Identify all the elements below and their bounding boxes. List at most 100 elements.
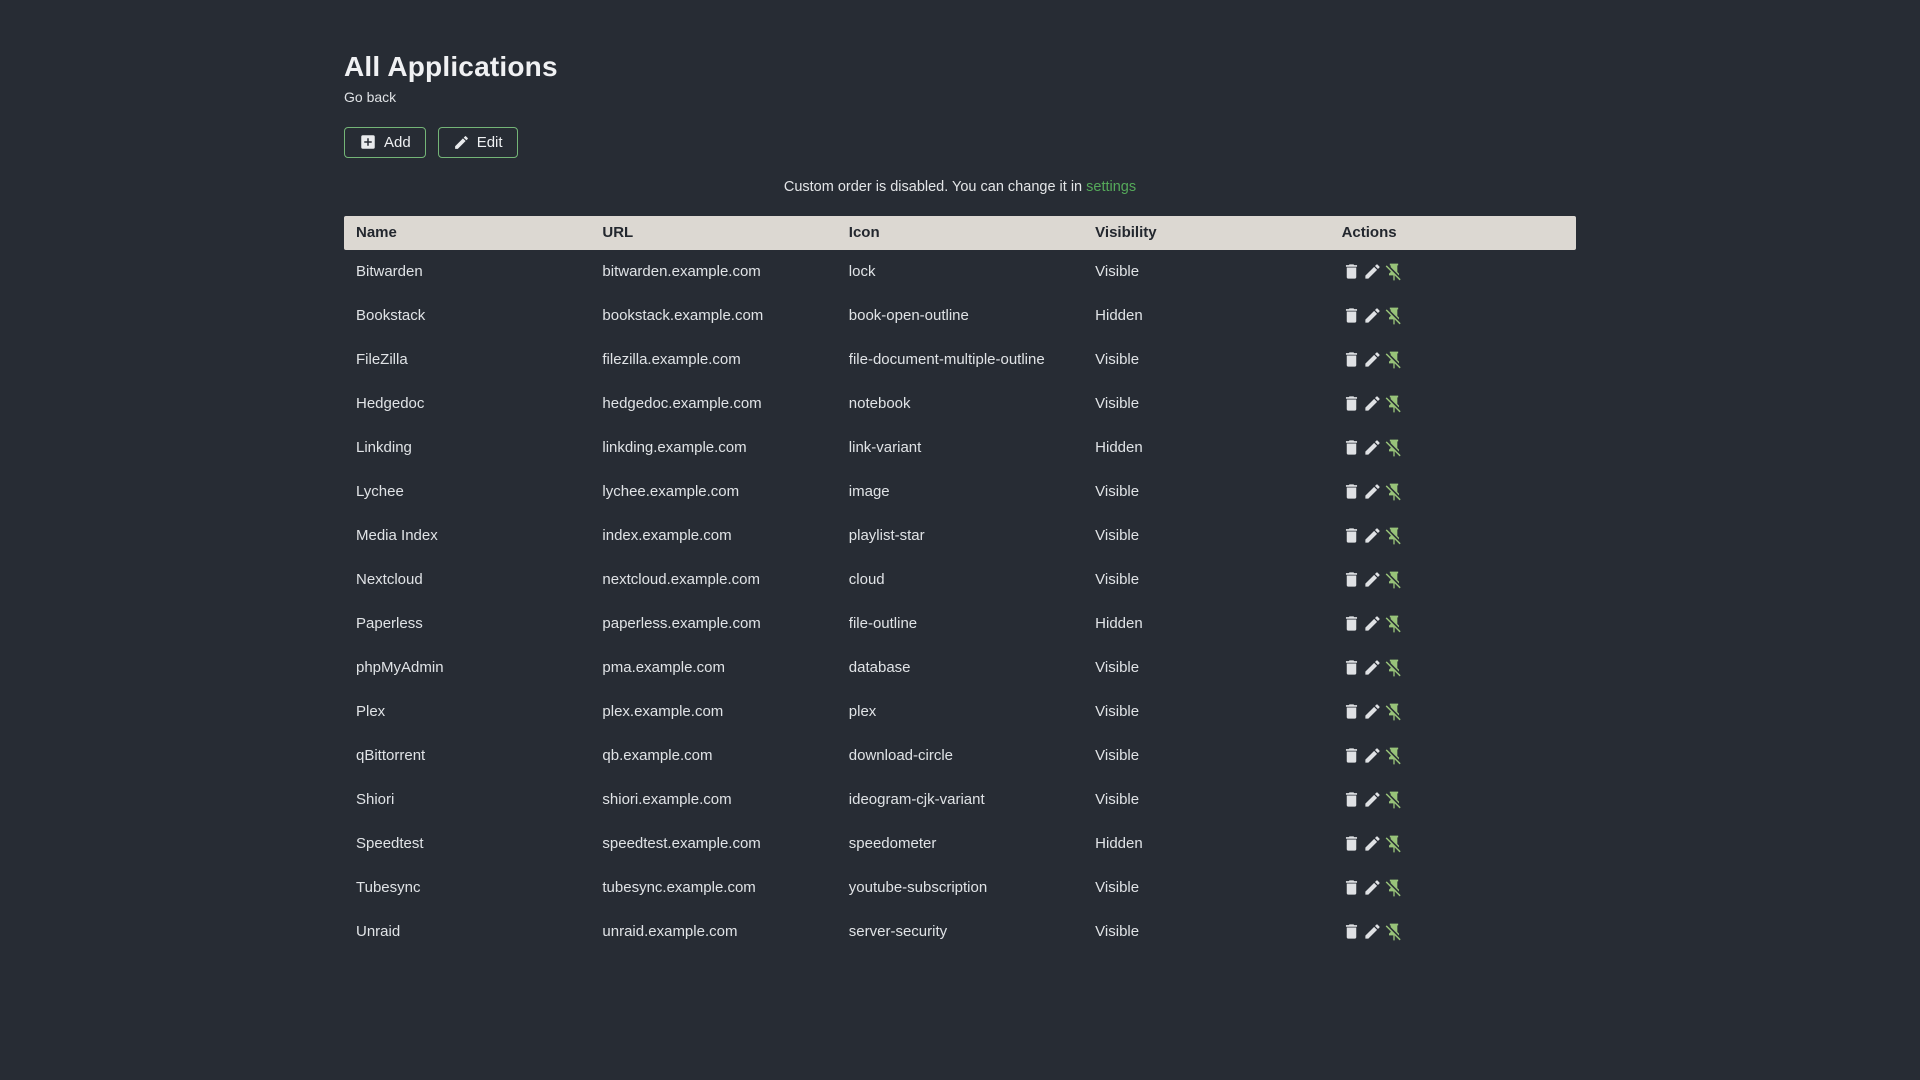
app-icon-name: notebook	[848, 395, 911, 413]
pin-off-button[interactable]	[1384, 306, 1404, 326]
app-name: phpMyAdmin	[356, 659, 444, 677]
delete-button[interactable]	[1342, 350, 1361, 369]
pin-off-button[interactable]	[1384, 262, 1404, 282]
app-name: Paperless	[356, 615, 423, 633]
pin-off-icon	[1384, 394, 1404, 414]
edit-row-button[interactable]	[1363, 746, 1382, 765]
edit-row-button[interactable]	[1363, 878, 1382, 897]
go-back-link[interactable]: Go back	[344, 89, 396, 105]
edit-row-button[interactable]	[1363, 790, 1382, 809]
app-icon-name: image	[848, 483, 890, 501]
pin-off-button[interactable]	[1384, 702, 1404, 722]
delete-button[interactable]	[1342, 438, 1361, 457]
app-url: speedtest.example.com	[602, 835, 761, 853]
edit-row-button[interactable]	[1363, 482, 1382, 501]
edit-row-button[interactable]	[1363, 614, 1382, 633]
edit-row-button[interactable]	[1363, 306, 1382, 325]
app-url: filezilla.example.com	[602, 351, 741, 369]
table-row: Nextcloud nextcloud.example.com cloud Vi…	[344, 558, 1576, 602]
pin-off-button[interactable]	[1384, 746, 1404, 766]
pin-off-icon	[1384, 746, 1404, 766]
pencil-icon	[1363, 262, 1382, 281]
delete-button[interactable]	[1342, 306, 1361, 325]
pencil-icon	[1363, 878, 1382, 897]
pin-off-icon	[1384, 790, 1404, 810]
table-row: Tubesync tubesync.example.com youtube-su…	[344, 866, 1576, 910]
delete-button[interactable]	[1342, 262, 1361, 281]
edit-row-button[interactable]	[1363, 834, 1382, 853]
delete-button[interactable]	[1342, 922, 1361, 941]
trash-icon	[1342, 482, 1361, 501]
pin-off-button[interactable]	[1384, 658, 1404, 678]
table-row: Hedgedoc hedgedoc.example.com notebook V…	[344, 382, 1576, 426]
pin-off-button[interactable]	[1384, 438, 1404, 458]
pin-off-icon	[1384, 526, 1404, 546]
row-actions	[1342, 306, 1564, 326]
edit-row-button[interactable]	[1363, 394, 1382, 413]
delete-button[interactable]	[1342, 834, 1361, 853]
delete-button[interactable]	[1342, 746, 1361, 765]
pin-off-icon	[1384, 306, 1404, 326]
pin-off-button[interactable]	[1384, 394, 1404, 414]
row-actions	[1342, 658, 1564, 678]
main-container: All Applications Go back Add Edit Custom…	[344, 0, 1576, 954]
pencil-icon	[1363, 306, 1382, 325]
row-actions	[1342, 262, 1564, 282]
delete-button[interactable]	[1342, 658, 1361, 677]
edit-row-button[interactable]	[1363, 526, 1382, 545]
pin-off-icon	[1384, 614, 1404, 634]
pin-off-button[interactable]	[1384, 790, 1404, 810]
trash-icon	[1342, 878, 1361, 897]
delete-button[interactable]	[1342, 702, 1361, 721]
edit-row-button[interactable]	[1363, 658, 1382, 677]
pin-off-button[interactable]	[1384, 614, 1404, 634]
pin-off-button[interactable]	[1384, 482, 1404, 502]
pin-off-icon	[1384, 922, 1404, 942]
delete-button[interactable]	[1342, 526, 1361, 545]
edit-button-label: Edit	[476, 133, 503, 151]
delete-button[interactable]	[1342, 790, 1361, 809]
delete-button[interactable]	[1342, 878, 1361, 897]
pin-off-button[interactable]	[1384, 878, 1404, 898]
app-url: index.example.com	[602, 527, 732, 545]
pin-off-button[interactable]	[1384, 570, 1404, 590]
pin-off-button[interactable]	[1384, 834, 1404, 854]
trash-icon	[1342, 350, 1361, 369]
delete-button[interactable]	[1342, 570, 1361, 589]
edit-row-button[interactable]	[1363, 702, 1382, 721]
delete-button[interactable]	[1342, 394, 1361, 413]
row-actions	[1342, 790, 1564, 810]
pin-off-button[interactable]	[1384, 922, 1404, 942]
edit-row-button[interactable]	[1363, 350, 1382, 369]
app-icon-name: ideogram-cjk-variant	[848, 791, 985, 809]
settings-link[interactable]: settings	[1086, 179, 1136, 195]
toolbar: Add Edit	[344, 126, 1576, 158]
app-visibility: Visible	[1095, 879, 1140, 897]
edit-row-button[interactable]	[1363, 922, 1382, 941]
row-actions	[1342, 614, 1564, 634]
app-url: linkding.example.com	[602, 439, 747, 457]
delete-button[interactable]	[1342, 614, 1361, 633]
app-url: unraid.example.com	[602, 923, 738, 941]
edit-row-button[interactable]	[1363, 570, 1382, 589]
app-icon-name: youtube-subscription	[848, 879, 988, 897]
pencil-icon	[1363, 394, 1382, 413]
add-button[interactable]: Add	[344, 126, 426, 158]
edit-row-button[interactable]	[1363, 438, 1382, 457]
pin-off-button[interactable]	[1384, 526, 1404, 546]
trash-icon	[1342, 614, 1361, 633]
pencil-icon	[1363, 614, 1382, 633]
edit-row-button[interactable]	[1363, 262, 1382, 281]
pin-off-icon	[1384, 350, 1404, 370]
app-icon-name: lock	[848, 263, 876, 281]
delete-button[interactable]	[1342, 482, 1361, 501]
edit-button[interactable]: Edit	[437, 126, 518, 158]
table-row: Linkding linkding.example.com link-varia…	[344, 426, 1576, 470]
add-button-label: Add	[384, 133, 411, 151]
app-visibility: Visible	[1095, 659, 1140, 677]
pencil-icon	[1363, 350, 1382, 369]
pin-off-button[interactable]	[1384, 350, 1404, 370]
app-url: qb.example.com	[602, 747, 713, 765]
app-url: bitwarden.example.com	[602, 263, 761, 281]
app-visibility: Hidden	[1095, 307, 1143, 325]
